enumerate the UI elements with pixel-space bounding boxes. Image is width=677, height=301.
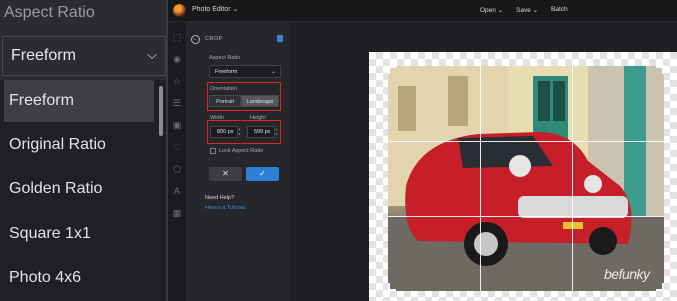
tool-icon-strip: ⬚ ◉ ☆ ☰ ▣ ♡ ⬠ A ▦ bbox=[168, 22, 186, 301]
app-title-menu[interactable]: Photo Editor ⌄ bbox=[192, 5, 238, 13]
orientation-label: Orientation bbox=[210, 86, 237, 92]
aspect-ratio-select[interactable]: Freeform ⌵ bbox=[2, 36, 166, 76]
aspect-ratio-zoom-panel: Aspect Ratio Freeform ⌵ Freeform Origina… bbox=[0, 0, 168, 301]
apply-button[interactable]: ✓ bbox=[246, 167, 279, 181]
aspect-ratio-label: Aspect Ratio bbox=[209, 55, 241, 61]
aspect-ratio-dropdown-value: Freeform bbox=[215, 69, 238, 75]
frame-icon[interactable]: ▣ bbox=[172, 120, 182, 130]
crop-handle-top-right[interactable] bbox=[656, 66, 664, 74]
eye-icon[interactable]: ◉ bbox=[172, 54, 182, 64]
app-topbar: Photo Editor ⌄ Open ⌄ Save ⌄ Batch bbox=[168, 0, 677, 22]
layers-icon[interactable]: ☰ bbox=[172, 98, 182, 108]
aspect-ratio-title: Aspect Ratio bbox=[4, 4, 95, 21]
aspect-option-original-ratio[interactable]: Original Ratio bbox=[0, 124, 156, 166]
grid-line-h2 bbox=[388, 216, 664, 217]
height-stepper-icon[interactable]: ▲ ▼ bbox=[275, 127, 279, 137]
aspect-ratio-options-list: Freeform Original Ratio Golden Ratio Squ… bbox=[0, 80, 168, 301]
aspect-option-photo-4x6[interactable]: Photo 4x6 bbox=[0, 257, 156, 299]
grid-line-h1 bbox=[388, 141, 664, 142]
save-menu[interactable]: Save ⌄ bbox=[516, 6, 538, 14]
help-title: Need Help? bbox=[205, 195, 235, 201]
chevron-down-icon: ⌵ bbox=[147, 47, 157, 62]
back-arrow-icon[interactable]: ← bbox=[191, 35, 200, 44]
pin-icon[interactable] bbox=[277, 35, 283, 42]
befunky-watermark: befunky bbox=[604, 266, 650, 282]
height-input[interactable]: 599 px bbox=[247, 126, 275, 138]
crop-panel-title: CROP bbox=[205, 36, 223, 42]
lock-aspect-checkbox[interactable] bbox=[210, 148, 216, 154]
app-logo-icon bbox=[173, 4, 186, 17]
cancel-button[interactable]: ✕ bbox=[209, 167, 242, 181]
lock-aspect-label: Lock Aspect Ratio bbox=[219, 148, 264, 154]
grid-line-v2 bbox=[572, 66, 573, 291]
aspect-option-freeform[interactable]: Freeform bbox=[4, 80, 154, 122]
aspect-ratio-selected-value: Freeform bbox=[11, 47, 76, 64]
landscape-button[interactable]: Landscape bbox=[241, 95, 279, 107]
aspect-option-golden-ratio[interactable]: Golden Ratio bbox=[0, 168, 156, 210]
crop-panel: ← CROP bbox=[186, 22, 290, 301]
chevron-down-icon: ⌄ bbox=[270, 69, 276, 75]
crop-handle-bottom-left[interactable] bbox=[388, 283, 396, 291]
text-icon[interactable]: A bbox=[172, 186, 182, 196]
shape-icon[interactable]: ⬠ bbox=[172, 164, 182, 174]
photo-canvas[interactable] bbox=[388, 66, 664, 291]
options-scrollbar[interactable] bbox=[159, 86, 163, 136]
grid-line-v1 bbox=[480, 66, 481, 291]
portrait-button[interactable]: Portrait bbox=[209, 95, 241, 107]
width-input[interactable]: 800 px bbox=[210, 126, 238, 138]
batch-menu[interactable]: Batch bbox=[551, 6, 568, 13]
star-icon[interactable]: ☆ bbox=[172, 76, 182, 86]
width-stepper-icon[interactable]: ▲ ▼ bbox=[238, 127, 242, 137]
car-photo-illustration bbox=[388, 66, 664, 291]
heart-icon[interactable]: ♡ bbox=[172, 142, 182, 152]
open-menu[interactable]: Open ⌄ bbox=[480, 6, 503, 14]
aspect-ratio-dropdown[interactable]: Freeform ⌄ bbox=[209, 65, 281, 78]
texture-icon[interactable]: ▦ bbox=[172, 208, 182, 218]
aspect-option-square[interactable]: Square 1x1 bbox=[0, 213, 156, 255]
crop-handle-top-left[interactable] bbox=[388, 66, 396, 74]
crop-handle-bottom-right[interactable] bbox=[656, 283, 664, 291]
tutorial-link[interactable]: Here's a Tutorial bbox=[205, 205, 245, 211]
crop-icon[interactable]: ⬚ bbox=[172, 32, 182, 42]
